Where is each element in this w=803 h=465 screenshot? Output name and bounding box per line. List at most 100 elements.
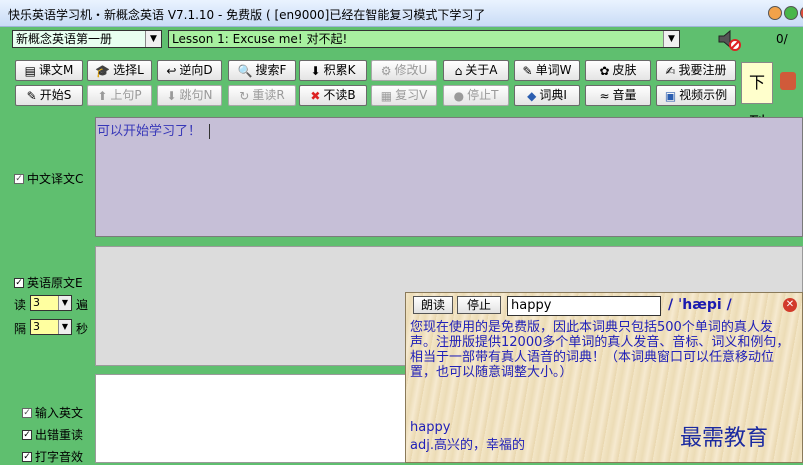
- volume-button-label: 音量: [612, 88, 637, 102]
- chevron-down-icon: ▼: [145, 31, 161, 47]
- register-icon: ✍: [665, 63, 676, 78]
- next-list-button[interactable]: 下列: [741, 62, 773, 132]
- start-button-label: 开始S: [39, 88, 72, 102]
- dictionary-notice: 您现在使用的是免费版，因此本词典只包括500个单词的真人发声。注册版提供1200…: [410, 320, 790, 380]
- dictionary-icon: ◆: [527, 88, 537, 103]
- words-button[interactable]: ✎ 单词W: [514, 60, 580, 81]
- accumulate-button[interactable]: ⬇ 积累K: [299, 60, 367, 81]
- read-label: 读: [14, 298, 27, 312]
- reverse-button-label: 逆向D: [179, 63, 213, 77]
- halt-button-label: 停止T: [467, 88, 499, 102]
- chevron-down-icon: ▼: [58, 320, 71, 334]
- arrow-up-icon: ⬆: [97, 88, 108, 103]
- input-english-checkbox[interactable]: ✓ 输入英文: [22, 404, 83, 421]
- interval-unit-label: 秒: [76, 322, 89, 336]
- pencil-icon: ✎: [26, 88, 37, 103]
- no-read-button[interactable]: ✖ 不读B: [299, 85, 367, 106]
- start-button[interactable]: ✎ 开始S: [15, 85, 83, 106]
- about-button-label: 关于A: [465, 63, 498, 77]
- search-button[interactable]: 🔍 搜索F: [228, 60, 296, 81]
- words-button-label: 单词W: [535, 63, 572, 77]
- dictionary-button-label: 词典I: [539, 88, 567, 102]
- text-button[interactable]: ▤ 课文M: [15, 60, 83, 81]
- reread-button[interactable]: ↻ 重读R: [228, 85, 296, 106]
- video-icon: ▣: [664, 88, 677, 103]
- extra-tool-icon[interactable]: [780, 72, 796, 90]
- search-button-label: 搜索F: [255, 63, 287, 77]
- volume-icon: ≈: [599, 88, 610, 103]
- chinese-translation-content: 可以开始学习了！: [97, 124, 202, 139]
- halt-icon: ●: [453, 88, 465, 103]
- halt-button[interactable]: ● 停止T: [443, 85, 509, 106]
- interval-select[interactable]: 3 ▼: [30, 319, 72, 335]
- error-reread-label: 出错重读: [35, 428, 84, 442]
- home-icon: ⌂: [454, 63, 463, 78]
- chevron-down-icon: ▼: [58, 296, 71, 310]
- video-example-button[interactable]: ▣ 视频示例: [656, 85, 736, 106]
- english-original-checkbox[interactable]: ✓ 英语原文E: [14, 274, 83, 291]
- typing-sound-label: 打字音效: [35, 450, 84, 464]
- counter-text: 0/: [776, 32, 788, 46]
- volume-button[interactable]: ≈ 音量: [585, 85, 651, 106]
- select-button-label: 选择L: [113, 63, 144, 77]
- read-unit-label: 遍: [76, 298, 89, 312]
- typing-sound-checkbox[interactable]: ✓ 打字音效: [22, 448, 83, 465]
- read-aloud-label: 朗读: [420, 298, 445, 312]
- read-count-value: 3: [33, 296, 40, 309]
- register-button[interactable]: ✍ 我要注册: [656, 60, 736, 81]
- minimize-button[interactable]: [768, 6, 782, 20]
- document-icon: ▤: [24, 63, 36, 78]
- chevron-down-icon: ▼: [663, 31, 679, 47]
- stop-icon: ✖: [310, 88, 321, 103]
- checkbox-icon: ✓: [14, 173, 24, 184]
- maximize-button[interactable]: [784, 6, 798, 20]
- review-button[interactable]: ▦ 复习V: [371, 85, 437, 106]
- mute-speaker-icon[interactable]: [716, 28, 742, 52]
- review-icon: ▦: [380, 88, 393, 103]
- reverse-icon: ↩: [166, 63, 177, 78]
- lesson-select-value: Lesson 1: Excuse me! 对不起!: [172, 32, 348, 46]
- chinese-translation-text: 可以开始学习了！: [97, 120, 211, 139]
- read-aloud-button[interactable]: 朗读: [413, 296, 453, 314]
- read-count-select[interactable]: 3 ▼: [30, 295, 72, 311]
- skin-button[interactable]: ✿ 皮肤: [585, 60, 651, 81]
- review-button-label: 复习V: [395, 88, 428, 102]
- dictionary-button[interactable]: ◆ 词典I: [514, 85, 580, 106]
- watermark: 最需教育: [680, 426, 769, 451]
- lesson-select[interactable]: Lesson 1: Excuse me! 对不起! ▼: [168, 30, 680, 48]
- select-button[interactable]: 🎓 选择L: [87, 60, 152, 81]
- repeat-icon: ↻: [239, 88, 250, 103]
- dictionary-entry-word: happy: [410, 420, 451, 435]
- skip-sentence-button-label: 跳句N: [179, 88, 213, 102]
- book-select-value: 新概念英语第一册: [16, 32, 113, 46]
- chinese-translation-checkbox[interactable]: ✓ 中文译文C: [14, 170, 83, 187]
- accumulate-icon: ⬇: [310, 63, 321, 78]
- checkbox-icon: ✓: [22, 451, 32, 462]
- video-example-button-label: 视频示例: [679, 88, 728, 102]
- skin-icon: ✿: [599, 63, 610, 78]
- input-english-label: 输入英文: [35, 406, 84, 420]
- window-title: 快乐英语学习机・新概念英语 V7.1.10 - 免费版 ( [en9000]已经…: [8, 8, 486, 22]
- english-original-label: 英语原文E: [27, 276, 83, 290]
- about-button[interactable]: ⌂ 关于A: [443, 60, 509, 81]
- dictionary-stop-label: 停止: [466, 298, 491, 312]
- checkbox-icon: ✓: [22, 429, 32, 440]
- arrow-down-icon: ⬇: [166, 88, 177, 103]
- modify-button[interactable]: ⚙ 修改U: [371, 60, 437, 81]
- interval-value: 3: [33, 320, 40, 333]
- error-reread-checkbox[interactable]: ✓ 出错重读: [22, 426, 83, 443]
- book-select[interactable]: 新概念英语第一册 ▼: [12, 30, 162, 48]
- skip-sentence-button[interactable]: ⬇ 跳句N: [157, 85, 222, 106]
- reread-button-label: 重读R: [252, 88, 285, 102]
- words-icon: ✎: [522, 63, 533, 78]
- accumulate-button-label: 积累K: [323, 63, 356, 77]
- title-bar: 快乐英语学习机・新概念英语 V7.1.10 - 免费版 ( [en9000]已经…: [0, 0, 803, 27]
- reverse-button[interactable]: ↩ 逆向D: [157, 60, 222, 81]
- dictionary-word-input[interactable]: happy: [507, 296, 661, 316]
- dictionary-definition: adj.高兴的，幸福的: [410, 438, 525, 453]
- previous-sentence-button[interactable]: ⬆ 上句P: [87, 85, 152, 106]
- previous-sentence-button-label: 上句P: [110, 88, 142, 102]
- dictionary-stop-button[interactable]: 停止: [457, 296, 501, 314]
- no-read-button-label: 不读B: [323, 88, 356, 102]
- close-icon[interactable]: ✕: [783, 298, 797, 312]
